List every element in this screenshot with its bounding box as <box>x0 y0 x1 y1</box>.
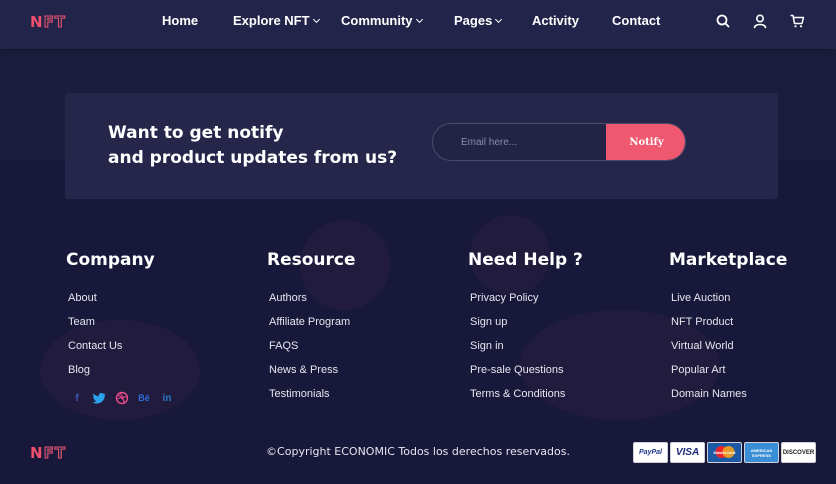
nav-community-label: Community <box>341 13 413 28</box>
footer-link-affiliate-program[interactable]: Affiliate Program <box>269 314 356 338</box>
footer-link-about[interactable]: About <box>68 290 155 314</box>
newsletter-form: Notify <box>432 123 686 161</box>
footer-link-nft-product[interactable]: NFT Product <box>671 314 787 338</box>
logo-letters: FT <box>43 13 67 32</box>
footer-link-pre-sale-questions[interactable]: Pre-sale Questions <box>470 362 583 386</box>
footer-link-list: Privacy Policy Sign up Sign in Pre-sale … <box>468 290 583 410</box>
search-icon[interactable] <box>715 13 731 29</box>
footer-link-authors[interactable]: Authors <box>269 290 356 314</box>
behance-icon[interactable]: Bē <box>137 391 151 405</box>
newsletter-heading: Want to get notify and product updates f… <box>108 121 397 171</box>
footer-link-list: About Team Contact Us Blog <box>66 290 155 386</box>
footer-link-sign-up[interactable]: Sign up <box>470 314 583 338</box>
footer-link-contact-us[interactable]: Contact Us <box>68 338 155 362</box>
footer-link-news-press[interactable]: News & Press <box>269 362 356 386</box>
amex-card-label: AMERICAN EXPRESS <box>750 447 773 458</box>
amex-card: AMERICAN EXPRESS <box>744 442 779 463</box>
chevron-down-icon <box>495 15 503 24</box>
top-navbar: NFT Home Explore NFT Community Pages Act… <box>0 0 836 49</box>
email-field[interactable] <box>433 124 608 160</box>
newsletter-panel: Want to get notify and product updates f… <box>65 93 778 199</box>
nav-activity[interactable]: Activity <box>532 13 579 28</box>
footer-link-testimonials[interactable]: Testimonials <box>269 386 356 410</box>
footer-link-sign-in[interactable]: Sign in <box>470 338 583 362</box>
nav-activity-label: Activity <box>532 13 579 28</box>
paypal-card-label: PayPal <box>639 449 662 456</box>
footer-link-list: Live Auction NFT Product Virtual World P… <box>669 290 787 410</box>
site-logo[interactable]: NFT <box>30 13 67 32</box>
logo-letter: N <box>30 13 44 31</box>
nav-contact[interactable]: Contact <box>612 13 660 28</box>
footer-link-privacy-policy[interactable]: Privacy Policy <box>470 290 583 314</box>
footer-link-domain-names[interactable]: Domain Names <box>671 386 787 410</box>
linkedin-icon[interactable]: in <box>160 391 174 405</box>
footer-link-list: Authors Affiliate Program FAQS News & Pr… <box>267 290 356 410</box>
dribbble-icon[interactable] <box>115 391 129 405</box>
nav-home[interactable]: Home <box>162 13 198 28</box>
chevron-down-icon <box>415 15 423 24</box>
footer-column-company: Company About Team Contact Us Blog <box>66 250 155 386</box>
footer-link-terms-conditions[interactable]: Terms & Conditions <box>470 386 583 410</box>
nav-contact-label: Contact <box>612 13 661 28</box>
footer-heading: Need Help ? <box>468 250 583 270</box>
footer-link-popular-art[interactable]: Popular Art <box>671 362 787 386</box>
nav-explore-nft-label: Explore NFT <box>233 13 310 28</box>
footer-column-resource: Resource Authors Affiliate Program FAQS … <box>267 250 356 410</box>
nav-explore-nft[interactable]: Explore NFT <box>233 13 320 28</box>
footer-heading: Marketplace <box>669 250 788 270</box>
visa-card-label: VISA <box>675 447 700 458</box>
footer-column-marketplace: Marketplace Live Auction NFT Product Vir… <box>669 250 787 410</box>
newsletter-heading-line1: Want to get notify <box>108 123 284 143</box>
cart-icon[interactable] <box>789 13 805 29</box>
nav-pages-label: Pages <box>454 13 493 28</box>
user-icon[interactable] <box>752 13 768 29</box>
notify-button[interactable]: Notify <box>606 124 685 160</box>
footer-link-blog[interactable]: Blog <box>68 362 155 386</box>
discover-card-label: DISCOVER <box>782 449 815 456</box>
discover-card: DISCOVER <box>781 442 816 463</box>
newsletter-heading-line2: and product updates from us? <box>108 148 398 168</box>
footer-link-virtual-world[interactable]: Virtual World <box>671 338 787 362</box>
chevron-down-icon <box>312 15 320 24</box>
nav-community[interactable]: Community <box>341 13 423 28</box>
visa-card: VISA <box>670 442 705 463</box>
footer-link-team[interactable]: Team <box>68 314 155 338</box>
paypal-card: PayPal <box>633 442 668 463</box>
mastercard-card-label: MasterCard <box>713 450 736 455</box>
footer-column-need-help: Need Help ? Privacy Policy Sign up Sign … <box>468 250 583 410</box>
footer-heading: Company <box>66 250 155 270</box>
facebook-icon[interactable]: f <box>70 391 84 405</box>
mastercard-card: MasterCard <box>707 442 742 463</box>
twitter-icon[interactable] <box>92 391 106 405</box>
footer-link-live-auction[interactable]: Live Auction <box>671 290 787 314</box>
nav-home-label: Home <box>162 13 199 28</box>
footer-link-faqs[interactable]: FAQS <box>269 338 356 362</box>
nav-pages[interactable]: Pages <box>454 13 503 28</box>
footer-heading: Resource <box>267 250 356 270</box>
